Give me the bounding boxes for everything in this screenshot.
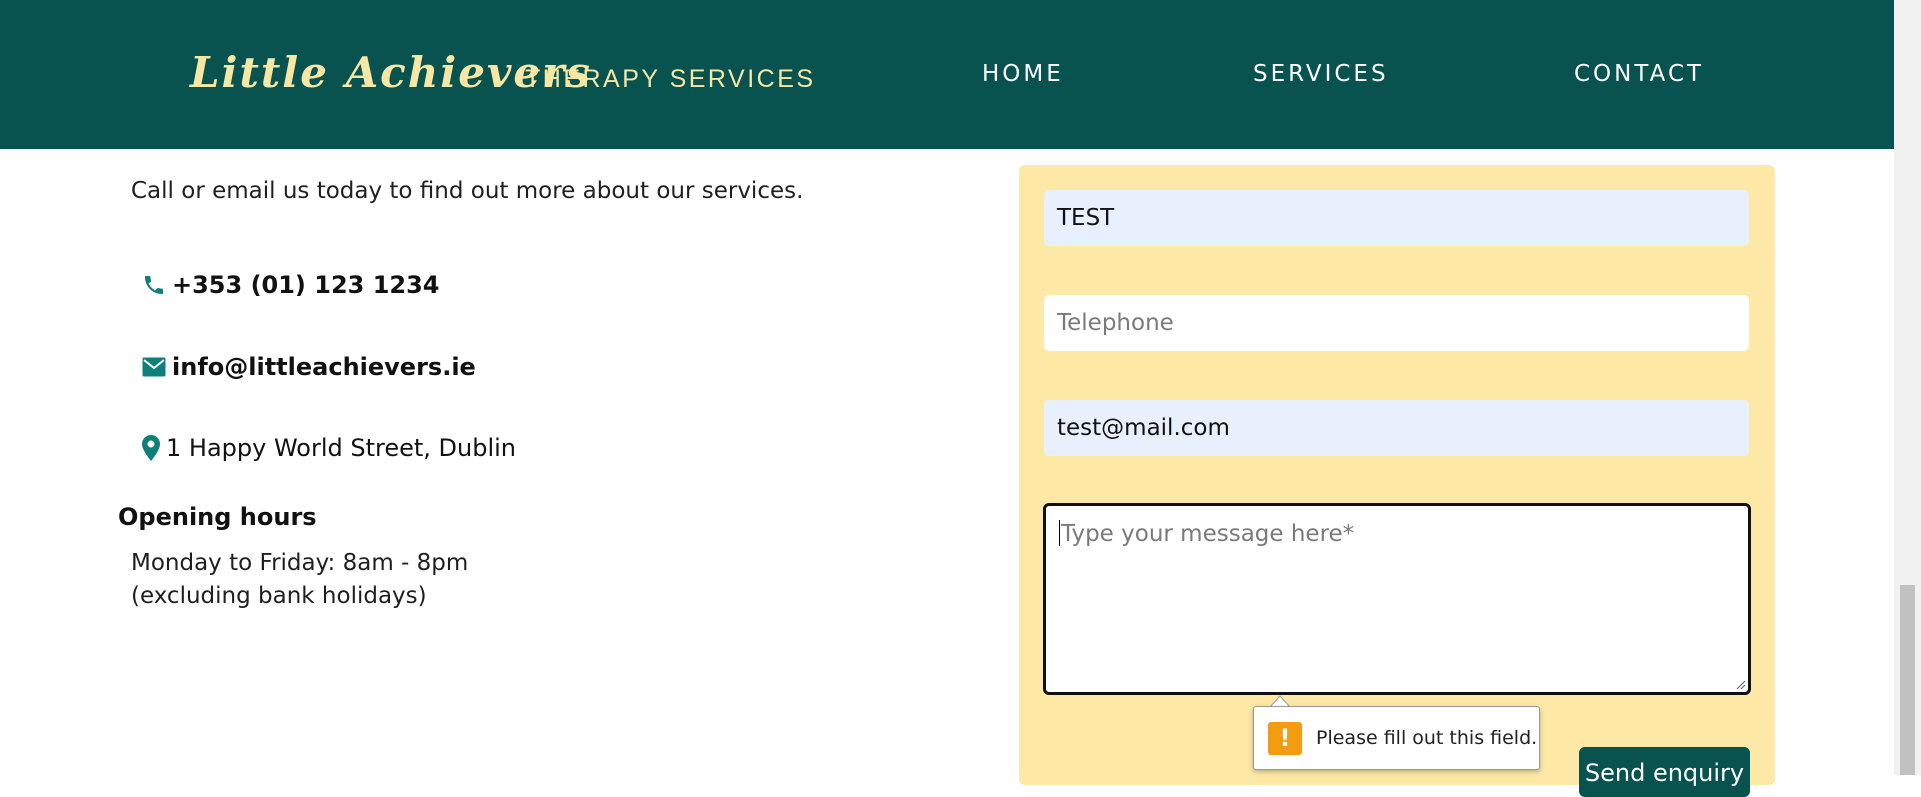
message-placeholder: Type your message here*: [1061, 521, 1355, 547]
name-input-value: TEST: [1057, 205, 1115, 231]
resize-grip-icon[interactable]: [1734, 678, 1746, 690]
brand-tagline: THERAPY SERVICES: [525, 65, 816, 93]
email-input-value: test@mail.com: [1057, 415, 1230, 441]
phone-row[interactable]: +353 (01) 123 1234: [141, 271, 440, 299]
envelope-icon: [141, 353, 167, 381]
page-scrollbar[interactable]: [1894, 0, 1921, 775]
contact-intro: Call or email us today to find out more …: [131, 178, 804, 204]
email-address[interactable]: info@littleachievers.ie: [172, 353, 476, 381]
phone-icon: [141, 271, 167, 299]
phone-number[interactable]: +353 (01) 123 1234: [172, 271, 440, 299]
address-text: 1 Happy World Street, Dublin: [166, 434, 517, 462]
send-enquiry-button[interactable]: Send enquiry: [1579, 747, 1750, 797]
warning-icon: !: [1268, 721, 1302, 755]
hours-weekday: Monday to Friday: 8am - 8pm: [131, 550, 469, 576]
email-input[interactable]: test@mail.com: [1044, 400, 1749, 456]
nav-contact[interactable]: CONTACT: [1574, 61, 1704, 87]
address-row: 1 Happy World Street, Dublin: [141, 434, 516, 462]
map-pin-icon: [141, 434, 161, 462]
text-caret: [1059, 520, 1060, 546]
email-row[interactable]: info@littleachievers.ie: [141, 353, 476, 381]
nav-services[interactable]: SERVICES: [1253, 61, 1389, 87]
scrollbar-thumb[interactable]: [1900, 585, 1915, 775]
name-input[interactable]: TEST: [1044, 190, 1749, 246]
hours-note: (excluding bank holidays): [131, 583, 427, 609]
telephone-input[interactable]: Telephone: [1044, 295, 1749, 351]
validation-message: Please fill out this field.: [1316, 727, 1538, 749]
message-textarea[interactable]: Type your message here*: [1043, 503, 1751, 695]
nav-home[interactable]: HOME: [982, 61, 1064, 87]
telephone-placeholder: Telephone: [1057, 310, 1174, 336]
site-header: Little Achievers THERAPY SERVICES HOME S…: [0, 0, 1894, 149]
opening-hours-heading: Opening hours: [118, 503, 317, 531]
validation-tooltip: ! Please fill out this field.: [1253, 706, 1540, 770]
